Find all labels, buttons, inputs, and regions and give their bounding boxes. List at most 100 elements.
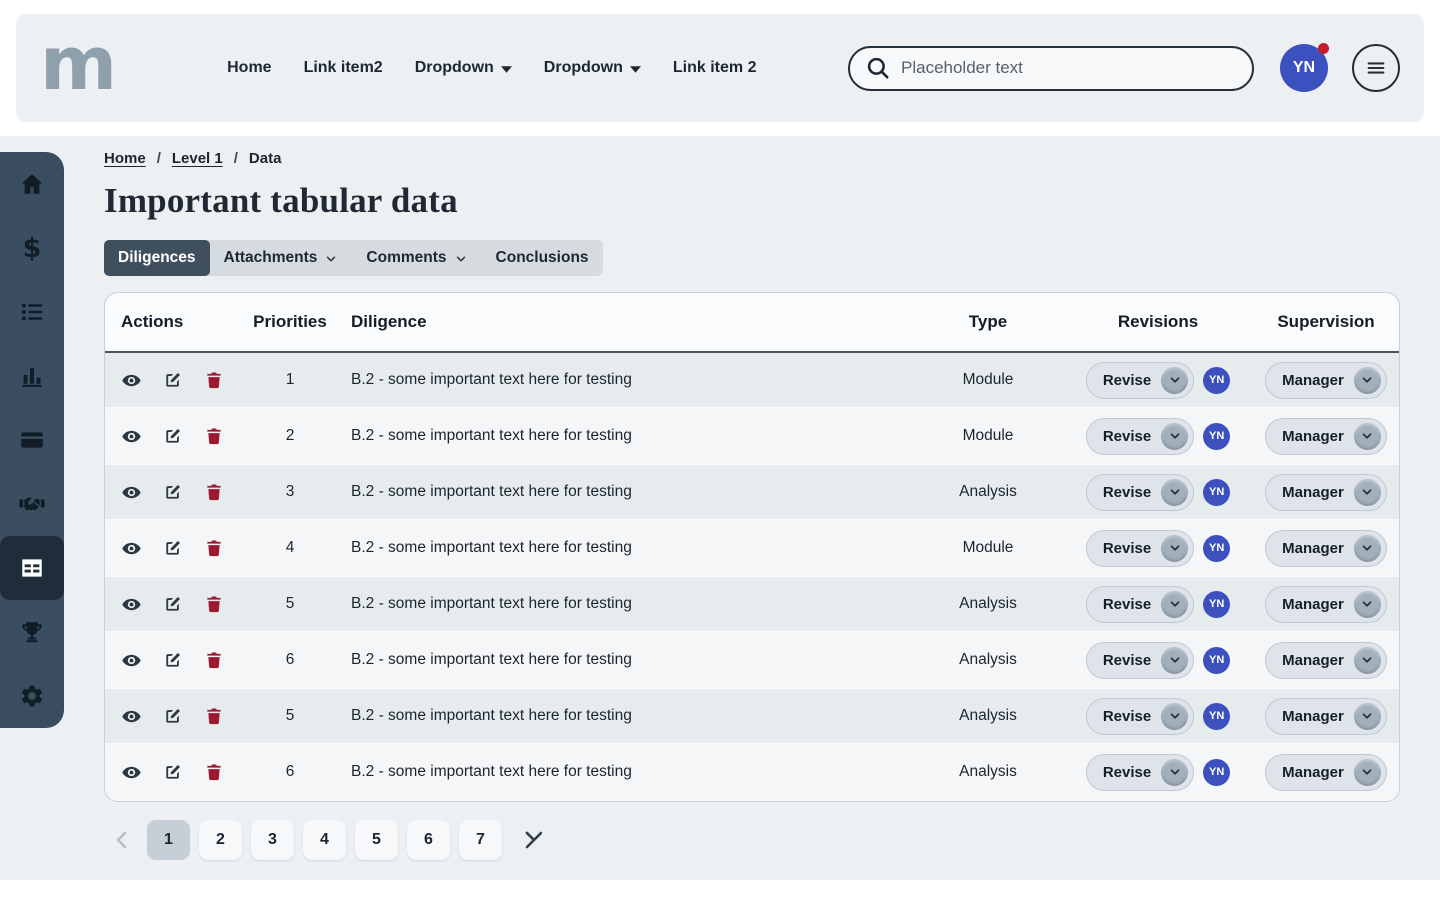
hamburger-menu-button[interactable] — [1352, 44, 1400, 92]
delete-button[interactable] — [204, 650, 224, 670]
sidebar-item-reports[interactable] — [0, 344, 64, 408]
view-button[interactable] — [121, 594, 142, 615]
page-button[interactable]: 5 — [355, 820, 398, 860]
manager-button[interactable]: Manager — [1265, 529, 1387, 567]
nav-item-dropdown-1[interactable]: Dropdown — [415, 59, 512, 77]
delete-button[interactable] — [204, 426, 224, 446]
revise-button[interactable]: Revise — [1085, 473, 1195, 511]
sidebar-item-finance[interactable]: $ — [0, 216, 64, 280]
view-button[interactable] — [121, 706, 142, 727]
nav-item-home[interactable]: Home — [227, 59, 271, 77]
manager-button[interactable]: Manager — [1265, 641, 1387, 679]
chevron-down-icon[interactable] — [1353, 366, 1381, 394]
nav-item-dropdown-2[interactable]: Dropdown — [544, 59, 641, 77]
assignee-avatar[interactable]: YN — [1203, 478, 1231, 506]
page-button[interactable]: 4 — [303, 820, 346, 860]
chevron-down-icon[interactable] — [1161, 366, 1189, 394]
tab-conclusions[interactable]: Conclusions — [482, 240, 603, 276]
sidebar-item-payments[interactable] — [0, 408, 64, 472]
revise-button[interactable]: Revise — [1085, 697, 1195, 735]
sidebar-item-partners[interactable] — [0, 472, 64, 536]
revise-button[interactable]: Revise — [1085, 417, 1195, 455]
page-button[interactable]: 2 — [199, 820, 242, 860]
revise-button[interactable]: Revise — [1085, 361, 1195, 399]
revise-button[interactable]: Revise — [1085, 641, 1195, 679]
chevron-down-icon[interactable] — [1353, 534, 1381, 562]
tab-attachments[interactable]: Attachments — [210, 240, 353, 276]
view-button[interactable] — [121, 482, 142, 503]
sidebar-item-data-table[interactable] — [0, 536, 64, 600]
edit-button[interactable] — [163, 370, 183, 390]
chevron-down-icon[interactable] — [1353, 478, 1381, 506]
manager-button[interactable]: Manager — [1265, 697, 1387, 735]
tab-diligences[interactable]: Diligences — [104, 240, 210, 276]
edit-button[interactable] — [163, 538, 183, 558]
revise-button[interactable]: Revise — [1085, 585, 1195, 623]
breadcrumb-link-level-1[interactable]: Level 1 — [172, 150, 223, 167]
edit-button[interactable] — [163, 482, 183, 502]
manager-button[interactable]: Manager — [1265, 361, 1387, 399]
assignee-avatar[interactable]: YN — [1203, 646, 1231, 674]
table-row: 6 B.2 - some important text here for tes… — [105, 745, 1399, 801]
chevron-down-icon[interactable] — [1161, 422, 1189, 450]
sidebar-item-home[interactable] — [0, 152, 64, 216]
chevron-down-icon[interactable] — [1353, 590, 1381, 618]
edit-button[interactable] — [163, 426, 183, 446]
chevron-down-icon[interactable] — [1161, 702, 1189, 730]
eye-icon — [122, 710, 141, 722]
user-avatar[interactable]: YN — [1280, 43, 1329, 92]
edit-button[interactable] — [163, 650, 183, 670]
delete-button[interactable] — [204, 538, 224, 558]
edit-button[interactable] — [163, 762, 183, 782]
sidebar-item-achievements[interactable] — [0, 600, 64, 664]
edit-button[interactable] — [163, 594, 183, 614]
revise-button[interactable]: Revise — [1085, 753, 1195, 791]
manager-button[interactable]: Manager — [1265, 473, 1387, 511]
chevron-down-icon[interactable] — [1353, 702, 1381, 730]
page-button[interactable]: 3 — [251, 820, 294, 860]
edit-button[interactable] — [163, 706, 183, 726]
assignee-avatar[interactable]: YN — [1203, 758, 1231, 786]
sidebar-item-list[interactable] — [0, 280, 64, 344]
chevron-down-icon[interactable] — [1353, 422, 1381, 450]
assignee-avatar[interactable]: YN — [1203, 590, 1231, 618]
breadcrumb-link-home[interactable]: Home — [104, 150, 146, 167]
delete-button[interactable] — [204, 482, 224, 502]
sidebar-item-settings[interactable] — [0, 664, 64, 728]
app-logo[interactable]: m — [40, 27, 117, 101]
chevron-down-icon[interactable] — [1353, 758, 1381, 786]
manager-button[interactable]: Manager — [1265, 585, 1387, 623]
view-button[interactable] — [121, 538, 142, 559]
prev-page-button[interactable] — [106, 828, 138, 852]
view-button[interactable] — [121, 762, 142, 783]
manager-button[interactable]: Manager — [1265, 753, 1387, 791]
assignee-avatar[interactable]: YN — [1203, 702, 1231, 730]
chevron-down-icon[interactable] — [1161, 646, 1189, 674]
page-button[interactable]: 1 — [147, 820, 190, 860]
nav-item-link-item-2[interactable]: Link item 2 — [673, 59, 757, 77]
chevron-down-icon[interactable] — [1161, 478, 1189, 506]
view-button[interactable] — [121, 426, 142, 447]
chevron-down-icon[interactable] — [1161, 534, 1189, 562]
delete-button[interactable] — [204, 594, 224, 614]
chevron-down-icon[interactable] — [1353, 646, 1381, 674]
nav-item-link-item2[interactable]: Link item2 — [304, 59, 383, 77]
delete-button[interactable] — [204, 762, 224, 782]
page-button[interactable]: 7 — [459, 820, 502, 860]
assignee-avatar[interactable]: YN — [1203, 534, 1231, 562]
assignee-avatar[interactable]: YN — [1203, 366, 1231, 394]
manager-button[interactable]: Manager — [1265, 417, 1387, 455]
assignee-avatar[interactable]: YN — [1203, 422, 1231, 450]
page-button[interactable]: 6 — [407, 820, 450, 860]
search-input[interactable] — [901, 58, 1237, 78]
view-button[interactable] — [121, 370, 142, 391]
revise-button[interactable]: Revise — [1085, 529, 1195, 567]
delete-button[interactable] — [204, 370, 224, 390]
chevron-down-icon[interactable] — [1161, 590, 1189, 618]
chevron-down-icon[interactable] — [1161, 758, 1189, 786]
search-box[interactable] — [848, 45, 1254, 91]
delete-button[interactable] — [204, 706, 224, 726]
view-button[interactable] — [121, 650, 142, 671]
tab-comments[interactable]: Comments — [352, 240, 481, 276]
next-page-button[interactable] — [514, 828, 546, 852]
